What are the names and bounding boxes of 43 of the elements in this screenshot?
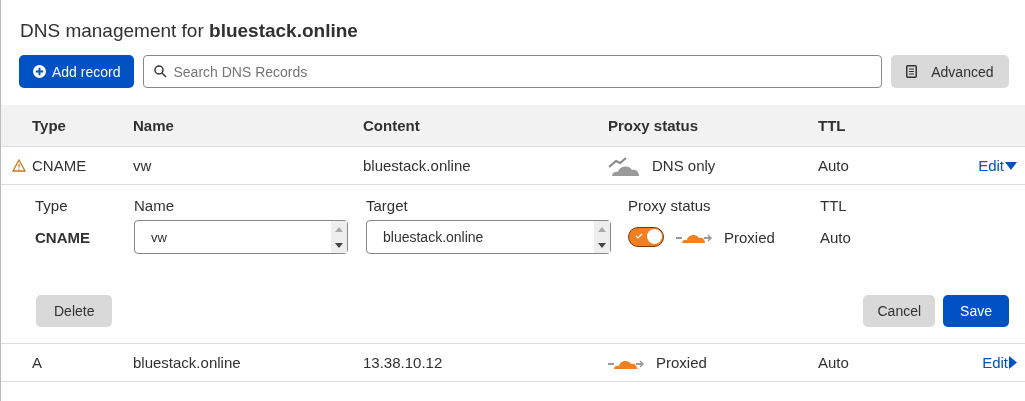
table-cell: DNS only: [652, 157, 716, 174]
search-field[interactable]: Search DNS Records: [143, 55, 882, 88]
edit-link[interactable]: Edit: [982, 354, 1017, 371]
page-title: DNS management for bluestack.online: [19, 19, 359, 43]
field-label: Target: [366, 197, 409, 214]
field-label: TTL: [820, 197, 848, 214]
record-type: CNAME: [35, 228, 91, 246]
proxy-text: Proxied: [724, 228, 775, 246]
ttl-value: Auto: [820, 228, 852, 246]
caret-down-icon: [1005, 161, 1017, 170]
document-icon: [906, 65, 918, 78]
edit-link[interactable]: Edit: [978, 157, 1017, 174]
cancel-button[interactable]: Cancel: [863, 295, 936, 327]
target-field[interactable]: bluestack.online: [366, 220, 611, 254]
search-icon: [154, 65, 168, 78]
column-header: Name: [133, 117, 175, 134]
advanced-button[interactable]: Advanced: [891, 55, 1009, 88]
proxy-toggle[interactable]: [628, 227, 664, 247]
table-cell-text: 13.38.10.12: [363, 354, 444, 371]
table-cell: Auto: [818, 157, 849, 174]
table-cell: Auto: [818, 354, 849, 371]
down-arrow-icon[interactable]: [598, 242, 606, 248]
column-header: Content: [363, 117, 421, 134]
column-header: TTL: [818, 117, 847, 134]
name-field[interactable]: vw: [134, 220, 348, 254]
column-header: Type: [31, 117, 67, 134]
table-cell: CNAME: [32, 157, 87, 174]
table-cell-text: bluestack.online: [363, 157, 472, 174]
add-record-button[interactable]: Add record: [19, 55, 135, 88]
caret-right-icon: [1009, 356, 1017, 369]
save-button[interactable]: Save: [943, 295, 1009, 327]
plus-circle-icon: [33, 65, 46, 78]
down-arrow-icon[interactable]: [335, 242, 343, 248]
table-cell: A: [32, 354, 42, 371]
field-label: Type: [35, 197, 69, 214]
field-label: Name: [134, 197, 175, 214]
check-icon: [635, 233, 643, 239]
table-cell: Proxied: [656, 354, 707, 371]
delete-button[interactable]: Delete: [36, 295, 113, 327]
field-label: Proxy status: [628, 197, 712, 214]
table-cell-text: vw: [133, 157, 153, 174]
column-header: Proxy status: [608, 117, 700, 134]
table-cell-text: bluestack.online: [133, 354, 242, 371]
